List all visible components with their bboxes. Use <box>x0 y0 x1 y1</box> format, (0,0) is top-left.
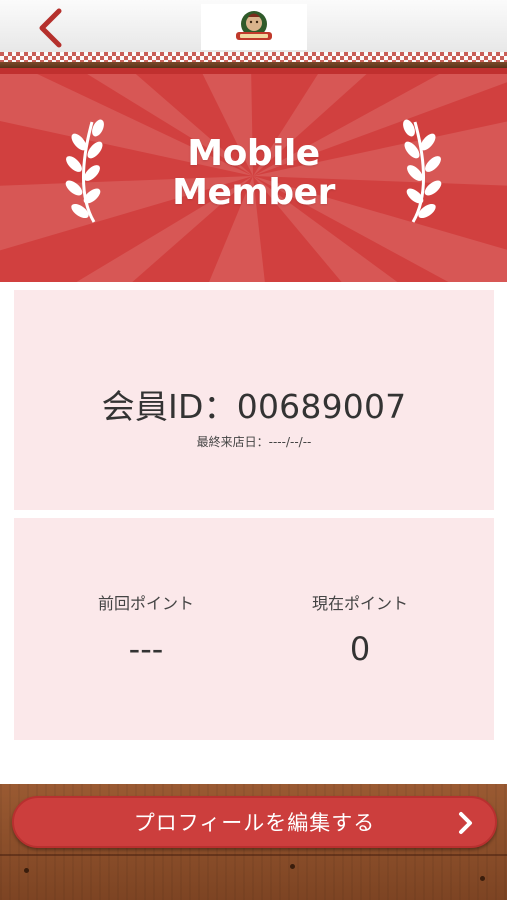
wood-nail <box>24 868 29 873</box>
last-visit: 最終来店日：----/--/-- <box>14 433 494 450</box>
banner-title-line2: Member <box>172 172 335 213</box>
restaurant-logo <box>201 4 307 50</box>
current-points: 現在ポイント 0 <box>240 590 480 668</box>
restaurant-logo-icon <box>236 11 272 40</box>
wood-footer: プロフィールを編集する <box>0 784 507 900</box>
top-nav-bar <box>0 0 507 62</box>
previous-points-label: 前回ポイント <box>97 594 194 613</box>
member-content: 会員ID：00689007 最終来店日：----/--/-- 前回ポイント --… <box>0 282 507 784</box>
banner-title: Mobile Member <box>0 134 507 212</box>
points-card: 前回ポイント --- 現在ポイント 0 <box>14 518 494 740</box>
wood-nail <box>290 864 295 869</box>
edit-profile-button[interactable]: プロフィールを編集する <box>12 796 497 848</box>
checker-trim <box>0 52 507 62</box>
wood-nail <box>480 876 485 881</box>
member-id-label: 会員ID： <box>101 387 237 426</box>
member-id: 会員ID：00689007 <box>14 380 494 428</box>
last-visit-label: 最終来店日： <box>196 435 269 449</box>
chevron-right-icon <box>459 812 472 834</box>
chevron-left-icon <box>39 8 62 48</box>
banner-title-line1: Mobile <box>187 133 320 174</box>
previous-points: 前回ポイント --- <box>26 590 266 668</box>
current-points-label: 現在ポイント <box>311 594 408 613</box>
member-id-card: 会員ID：00689007 最終来店日：----/--/-- <box>14 290 494 510</box>
wood-plank-seam <box>0 854 507 856</box>
back-button[interactable] <box>30 6 70 50</box>
edit-profile-label: プロフィールを編集する <box>133 811 376 835</box>
previous-points-value: --- <box>128 630 164 668</box>
last-visit-value: ----/--/-- <box>268 435 312 449</box>
mobile-member-banner: Mobile Member <box>0 68 507 282</box>
current-points-value: 0 <box>349 630 371 668</box>
member-id-value: 00689007 <box>236 387 407 426</box>
